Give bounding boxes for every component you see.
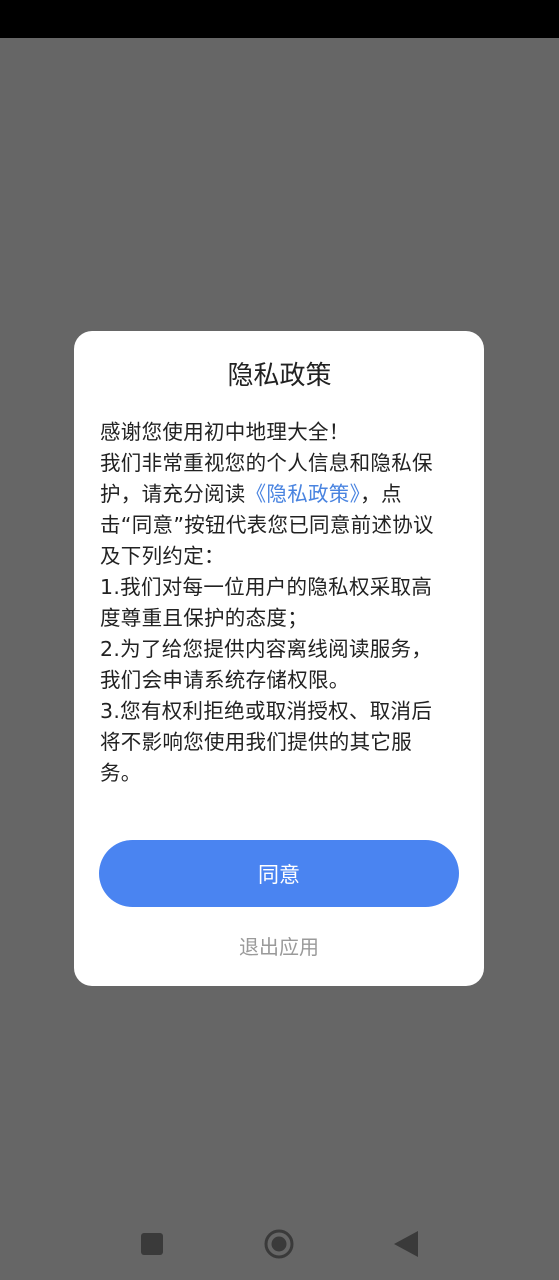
recent-apps-icon[interactable]: [141, 1233, 163, 1255]
status-bar: [0, 0, 559, 38]
dialog-body: 感谢您使用初中地理大全！ 我们非常重视您的个人信息和隐私保护，请充分阅读《隐私政…: [100, 417, 452, 789]
intro-paragraph: 我们非常重视您的个人信息和隐私保护，请充分阅读《隐私政策》，点击“同意”按钮代表…: [100, 448, 452, 572]
home-icon[interactable]: [264, 1229, 294, 1259]
exit-app-button[interactable]: 退出应用: [74, 929, 484, 965]
greeting-text: 感谢您使用初中地理大全！: [100, 420, 350, 444]
privacy-policy-link[interactable]: 《隐私政策》: [246, 482, 361, 506]
dialog-title: 隐私政策: [227, 361, 332, 391]
policy-item-3: 3.您有权利拒绝或取消授权、取消后将不影响您使用我们提供的其它服务。: [100, 699, 433, 785]
policy-item-1: 1.我们对每一位用户的隐私权采取高度尊重且保护的态度；: [100, 575, 433, 630]
policy-item-2: 2.为了给您提供内容离线阅读服务，我们会申请系统存储权限。: [100, 637, 433, 692]
navigation-bar: [0, 1200, 559, 1280]
agree-button[interactable]: 同意: [99, 840, 459, 907]
back-icon[interactable]: [394, 1231, 418, 1257]
